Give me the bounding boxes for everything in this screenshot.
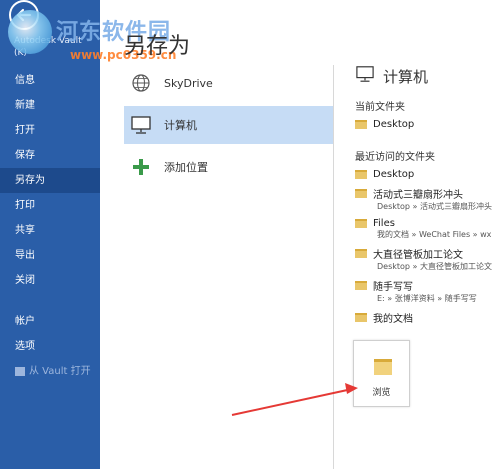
computer-icon — [130, 114, 152, 136]
sidebar-nav: 信息 新建 打开 保存 另存为 打印 共享 导出 关闭 帐户 选项 从 Vaul… — [0, 68, 100, 384]
location-label: SkyDrive — [164, 76, 213, 90]
sidebar-item-save-as[interactable]: 另存为 — [0, 168, 100, 193]
sidebar-item-save[interactable]: 保存 — [0, 143, 100, 168]
location-add-place[interactable]: 添加位置 — [124, 148, 334, 186]
location-label: 添加位置 — [164, 161, 208, 174]
folder-name: 我的文档 — [373, 314, 413, 325]
folder-name: Desktop — [373, 119, 415, 130]
sidebar-item-label: 从 Vault 打开 — [29, 366, 91, 377]
folder-icon — [355, 219, 367, 228]
globe-icon — [130, 72, 152, 94]
sidebar-item-print[interactable]: 打印 — [0, 193, 100, 218]
vault-icon — [15, 367, 25, 376]
backstage-sidebar: Autodesk Vault (K) 信息 新建 打开 保存 另存为 打印 共享… — [0, 0, 100, 469]
folder-name: 大直径管板加工论文 — [373, 250, 463, 261]
column-divider — [333, 65, 334, 469]
folder-name: Desktop — [373, 169, 415, 180]
folder-icon — [355, 170, 367, 179]
sidebar-item-open[interactable]: 打开 — [0, 118, 100, 143]
recent-folder[interactable]: Desktop — [355, 169, 500, 180]
sidebar-item-info[interactable]: 信息 — [0, 68, 100, 93]
sidebar-item-account[interactable]: 帐户 — [0, 309, 100, 334]
page-title: 另存为 — [124, 34, 191, 59]
sidebar-item-share[interactable]: 共享 — [0, 218, 100, 243]
folder-name: Files — [373, 218, 395, 229]
computer-panel: 计算机 当前文件夹 Desktop 最近访问的文件夹 Desktop 活动式三瓣… — [355, 64, 500, 325]
folder-icon — [355, 313, 367, 322]
location-skydrive[interactable]: SkyDrive — [124, 64, 334, 102]
sidebar-item-close[interactable]: 关闭 — [0, 268, 100, 293]
recent-folder[interactable]: 大直径管板加工论文 Desktop » 大直径管板加工论文 — [355, 246, 500, 272]
sidebar-item-new[interactable]: 新建 — [0, 93, 100, 118]
current-folder-label: 当前文件夹 — [355, 102, 405, 113]
sidebar-item-export[interactable]: 导出 — [0, 243, 100, 268]
plus-icon — [130, 156, 152, 178]
folder-path: Desktop » 大直径管板加工论文 — [377, 262, 492, 271]
folder-icon — [355, 249, 367, 258]
browse-button[interactable]: 浏览 — [353, 340, 410, 407]
recent-folder[interactable]: 活动式三瓣扇形冲头 Desktop » 活动式三瓣扇形冲头 — [355, 186, 500, 212]
folder-icon — [355, 120, 367, 129]
recent-folder[interactable]: Files 我的文档 » WeChat Files » wx — [355, 218, 500, 240]
folder-name: 随手写写 — [373, 282, 413, 293]
watermark-logo-icon — [8, 10, 52, 54]
location-computer[interactable]: 计算机 — [124, 106, 334, 144]
recent-folder[interactable]: 我的文档 — [355, 310, 500, 325]
folder-path: 我的文档 » WeChat Files » wx — [377, 230, 492, 239]
panel-heading: 计算机 — [355, 64, 500, 88]
recent-folder[interactable]: 随手写写 E: » 张博洋资料 » 随手写写 — [355, 278, 500, 304]
browse-label: 浏览 — [372, 388, 391, 398]
sidebar-item-open-from-vault: 从 Vault 打开 — [0, 359, 100, 384]
folder-path: Desktop » 活动式三瓣扇形冲头 — [377, 202, 492, 211]
sidebar-item-options[interactable]: 选项 — [0, 334, 100, 359]
save-locations: SkyDrive 计算机 添加位置 — [124, 64, 334, 186]
computer-icon — [355, 65, 375, 87]
recent-folders-label: 最近访问的文件夹 — [355, 152, 435, 163]
folder-path: E: » 张博洋资料 » 随手写写 — [377, 294, 477, 303]
folder-name: 活动式三瓣扇形冲头 — [373, 190, 463, 201]
folder-icon — [355, 189, 367, 198]
location-label: 计算机 — [164, 119, 197, 132]
folder-icon — [355, 281, 367, 290]
current-folder[interactable]: Desktop — [355, 119, 500, 130]
panel-title: 计算机 — [383, 67, 429, 86]
open-folder-icon — [374, 359, 392, 375]
